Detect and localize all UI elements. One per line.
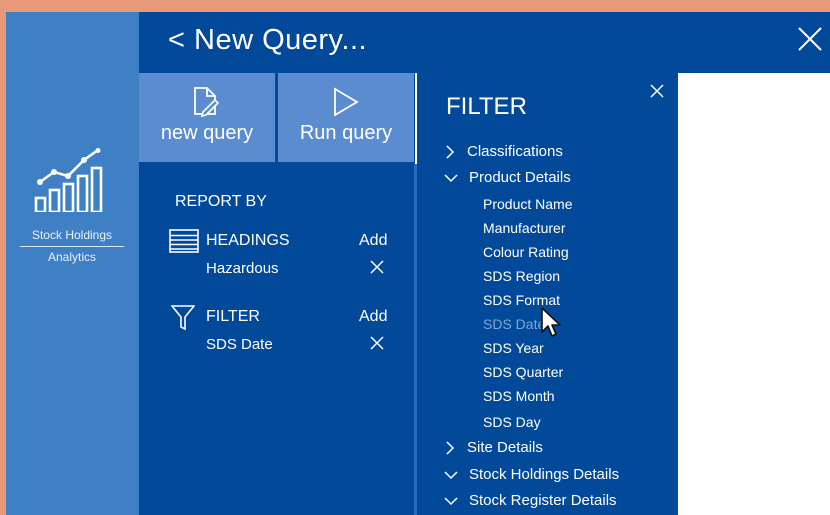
filter-group-product-details[interactable]: Product Details (444, 169, 571, 186)
remove-heading-icon[interactable] (370, 260, 384, 274)
left-nav: Stock Holdings Analytics (6, 12, 139, 515)
filter-item-sds-day[interactable]: SDS Day (483, 414, 541, 430)
app-window: Stock Holdings Analytics < New Query... … (6, 12, 830, 515)
filter-group-label: Stock Register Details (469, 492, 617, 509)
filter-item-sds-quarter[interactable]: SDS Quarter (483, 364, 563, 380)
filter-group-label: Site Details (467, 439, 543, 456)
run-query-label: Run query (299, 122, 393, 144)
report-by-heading: REPORT BY (175, 193, 267, 210)
filter-item-sds-year[interactable]: SDS Year (483, 340, 544, 356)
chevron-right-icon (446, 144, 455, 159)
headings-value: Hazardous (206, 260, 279, 277)
headings-title: HEADINGS (206, 232, 290, 249)
filter-item-sds-date[interactable]: SDS Date (483, 316, 545, 332)
filter-group-stock-register-details[interactable]: Stock Register Details (444, 492, 617, 509)
new-query-label: new query (160, 122, 254, 144)
edit-document-icon (194, 87, 220, 118)
chart-bars-trend-icon (34, 148, 103, 212)
chevron-down-icon (444, 496, 458, 505)
filter-group-site-details[interactable]: Site Details (444, 439, 543, 456)
funnel-icon (171, 305, 195, 331)
close-icon[interactable] (798, 27, 822, 51)
filter-item-sds-month[interactable]: SDS Month (483, 388, 555, 404)
filter-group-classifications[interactable]: Classifications (444, 143, 563, 160)
query-panel: new query Run query REPORT BY HEADINGS A… (139, 73, 415, 515)
close-filter-icon[interactable] (650, 84, 664, 98)
filter-value: SDS Date (206, 336, 273, 353)
header-bar: < New Query... (139, 12, 830, 73)
app-tile-sublabel: Analytics (47, 250, 97, 264)
mouse-cursor-icon (541, 307, 561, 337)
page-title: New Query... (194, 24, 368, 56)
filter-group-label: Product Details (469, 169, 571, 186)
back-button[interactable]: < New Query... (168, 24, 367, 57)
chevron-down-icon (444, 173, 458, 182)
chevron-right-icon (446, 440, 455, 455)
filter-group-label: Classifications (467, 143, 563, 160)
run-query-button[interactable]: Run query (278, 73, 414, 162)
filter-panel-title: FILTER (446, 93, 527, 120)
remove-filter-icon[interactable] (370, 336, 384, 350)
filter-item-sds-region[interactable]: SDS Region (483, 268, 560, 284)
filter-item-product-name[interactable]: Product Name (483, 196, 572, 212)
app-tile-label: Stock Holdings (20, 228, 124, 247)
filter-add-button[interactable]: Add (359, 308, 387, 326)
filter-title: FILTER (206, 308, 260, 325)
play-icon (334, 87, 359, 117)
chevron-down-icon (444, 470, 458, 479)
new-query-button[interactable]: new query (139, 73, 275, 162)
app-tile-stock-holdings[interactable]: Stock Holdings Analytics (20, 148, 124, 264)
chevron-left-icon: < (168, 24, 186, 56)
table-icon (169, 229, 199, 253)
filter-panel: FILTER Classifications Product Details P… (417, 73, 678, 515)
filter-group-label: Stock Holdings Details (469, 466, 620, 483)
headings-add-button[interactable]: Add (359, 232, 387, 250)
filter-group-stock-holdings-details[interactable]: Stock Holdings Details (444, 466, 619, 483)
filter-item-colour-rating[interactable]: Colour Rating (483, 244, 569, 260)
filter-item-manufacturer[interactable]: Manufacturer (483, 220, 565, 236)
